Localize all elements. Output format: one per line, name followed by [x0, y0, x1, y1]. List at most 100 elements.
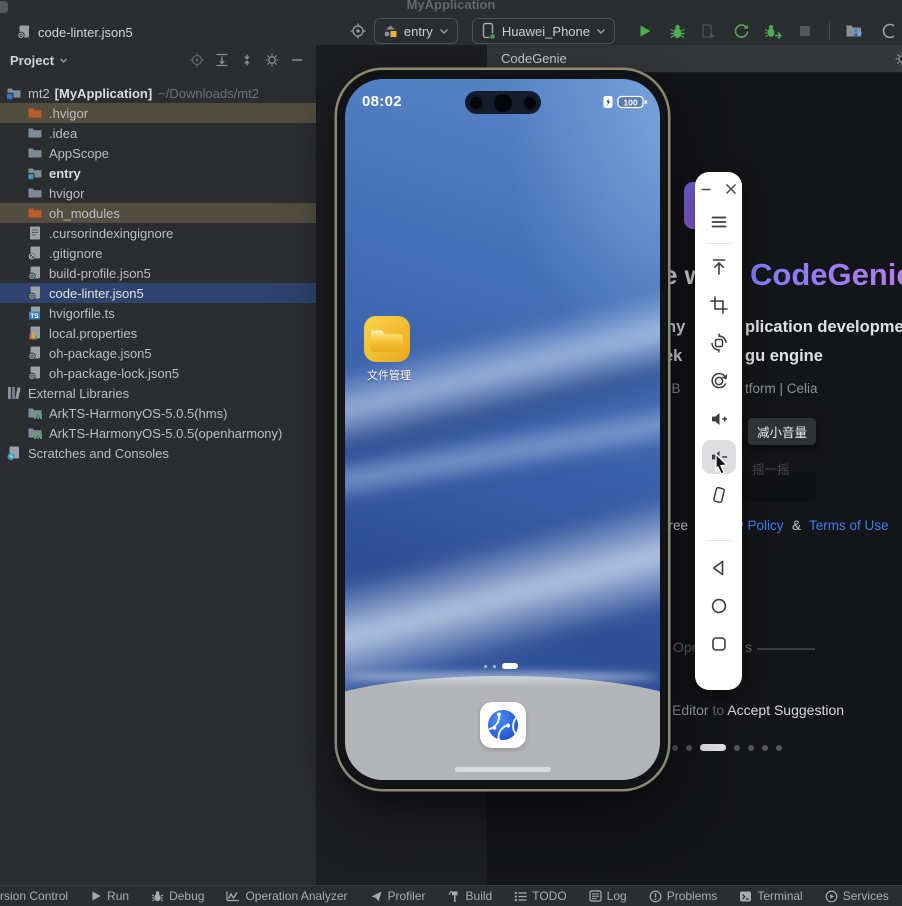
recents-button[interactable] — [708, 633, 730, 655]
rotate-device-button[interactable] — [708, 370, 730, 392]
statusbar-debug[interactable]: Debug — [151, 889, 204, 903]
project-view-selector[interactable]: Project — [10, 53, 68, 68]
upload-button[interactable] — [708, 256, 730, 278]
shake-tooltip: 摇一摇 — [752, 459, 790, 478]
statusbar-log[interactable]: Log — [589, 889, 627, 903]
statusbar-label: Services — [843, 889, 889, 903]
tree-item-label: .gitignore — [49, 246, 102, 261]
statusbar-problems[interactable]: Problems — [649, 889, 718, 903]
tree-item-scratches-and-consoles[interactable]: Scratches and Consoles — [0, 443, 316, 463]
play-button[interactable] — [634, 20, 656, 42]
page-dot[interactable] — [493, 665, 496, 668]
phone-emulator: 08:02 100 — [337, 70, 668, 789]
ide-window: MyApplication code-linter.json5 entry Hu… — [0, 0, 902, 906]
tree-item-arkts-harmonyos-5-0-5-openharmony-[interactable]: ArkTS-HarmonyOS-5.0.5(openharmony) — [0, 423, 316, 443]
tree-item-entry[interactable]: entry — [0, 163, 316, 183]
tree-item-mt2[interactable]: mt2[MyApplication]~/Downloads/mt2 — [0, 83, 316, 103]
device-manager-button[interactable] — [843, 20, 865, 42]
statusbar-services[interactable]: Services — [825, 889, 889, 903]
volume-up-button[interactable] — [708, 408, 730, 430]
locate-run-icon[interactable] — [347, 20, 369, 42]
privacy-policy-link[interactable]: y Policy — [737, 518, 784, 533]
pager-dot[interactable] — [748, 745, 754, 751]
pager-dot[interactable] — [686, 745, 692, 751]
codegenie-panel-title: CodeGenie — [501, 51, 567, 66]
file-text-icon — [27, 225, 43, 241]
home-indicator[interactable] — [455, 767, 551, 772]
tree-item-hvigorfile-ts[interactable]: TShvigorfile.ts — [0, 303, 316, 323]
pager-dot[interactable] — [776, 745, 782, 751]
settings-icon[interactable] — [263, 51, 281, 69]
page-dot-active[interactable] — [502, 663, 518, 669]
coverage-button[interactable] — [698, 20, 720, 42]
profiler-icon — [370, 890, 383, 903]
statusbar-label: Debug — [169, 889, 204, 903]
lib-icon — [27, 425, 43, 441]
run-config-select[interactable]: entry — [374, 18, 458, 44]
hide-icon[interactable] — [288, 51, 306, 69]
statusbar-terminal[interactable]: Terminal — [739, 889, 802, 903]
file-properties-icon — [27, 325, 43, 341]
file-manager-icon — [363, 315, 411, 363]
rerun-button[interactable] — [730, 20, 752, 42]
expand-all-icon[interactable] — [213, 51, 231, 69]
close-button[interactable] — [724, 182, 738, 196]
locate-icon[interactable] — [188, 51, 206, 69]
build-icon — [448, 890, 461, 903]
rerun-debug-button[interactable] — [762, 20, 784, 42]
pager-dot[interactable] — [762, 745, 768, 751]
hint-editor: Editor — [672, 702, 709, 718]
page-dot[interactable] — [484, 665, 487, 668]
phone-screen[interactable]: 08:02 100 — [345, 79, 660, 780]
battery-icon: 100 — [617, 94, 648, 110]
shake-button[interactable] — [708, 484, 730, 506]
tree-item-arkts-harmonyos-5-0-5-hms-[interactable]: ArkTS-HarmonyOS-5.0.5(hms) — [0, 403, 316, 423]
tree-item-oh-package-json5[interactable]: oh-package.json5 — [0, 343, 316, 363]
device-select[interactable]: Huawei_Phone — [472, 18, 615, 44]
stop-button[interactable] — [794, 20, 816, 42]
pager-dot-active[interactable] — [700, 744, 726, 751]
scratches-icon — [6, 445, 22, 461]
collapse-all-icon[interactable] — [238, 51, 256, 69]
tree-item-oh-modules[interactable]: oh_modules — [0, 203, 316, 223]
search-button[interactable] — [875, 20, 897, 42]
pager-dot[interactable] — [672, 745, 678, 751]
statusbar-run[interactable]: Run — [90, 889, 129, 903]
statusbar-profiler[interactable]: Profiler — [370, 889, 426, 903]
tree-item-build-profile-json5[interactable]: build-profile.json5 — [0, 263, 316, 283]
browser-app[interactable] — [480, 702, 526, 748]
todo-icon — [514, 891, 527, 902]
menu-button[interactable] — [708, 211, 730, 233]
pager-dot[interactable] — [734, 745, 740, 751]
tree-item-label: External Libraries — [28, 386, 129, 401]
statusbar-todo[interactable]: TODO — [514, 889, 566, 903]
terms-of-use-link[interactable]: Terms of Use — [809, 518, 889, 533]
statusbar-label: Version Control — [0, 889, 68, 903]
tree-item-hvigor[interactable]: hvigor — [0, 183, 316, 203]
json5-file-icon — [16, 24, 32, 40]
editor-tab-code-linter[interactable]: code-linter.json5 — [8, 19, 141, 45]
device-label: Huawei_Phone — [502, 24, 590, 39]
tree-item--idea[interactable]: .idea — [0, 123, 316, 143]
back-button[interactable] — [708, 557, 730, 579]
minimize-button[interactable] — [699, 182, 713, 196]
lib-root-icon — [6, 385, 22, 401]
statusbar-build[interactable]: Build — [448, 889, 493, 903]
tree-item-appscope[interactable]: AppScope — [0, 143, 316, 163]
file-manager-app[interactable]: 文件管理 — [363, 315, 415, 383]
tree-item-code-linter-json5[interactable]: code-linter.json5 — [0, 283, 316, 303]
home-button[interactable] — [708, 595, 730, 617]
statusbar-version-control[interactable]: Version Control — [0, 889, 68, 903]
tree-item-external-libraries[interactable]: External Libraries — [0, 383, 316, 403]
statusbar-operation-analyzer[interactable]: Operation Analyzer — [226, 889, 347, 903]
tree-item-oh-package-lock-json5[interactable]: oh-package-lock.json5 — [0, 363, 316, 383]
tree-item-local-properties[interactable]: local.properties — [0, 323, 316, 343]
crop-button[interactable] — [708, 294, 730, 316]
rotate-screen-button[interactable] — [708, 332, 730, 354]
gear-icon[interactable] — [894, 51, 902, 67]
tree-item--gitignore[interactable]: .gitignore — [0, 243, 316, 263]
tree-item--hvigor[interactable]: .hvigor — [0, 103, 316, 123]
statusbar-label: Problems — [667, 889, 718, 903]
tree-item--cursorindexingignore[interactable]: .cursorindexingignore — [0, 223, 316, 243]
debug-button[interactable] — [666, 20, 688, 42]
